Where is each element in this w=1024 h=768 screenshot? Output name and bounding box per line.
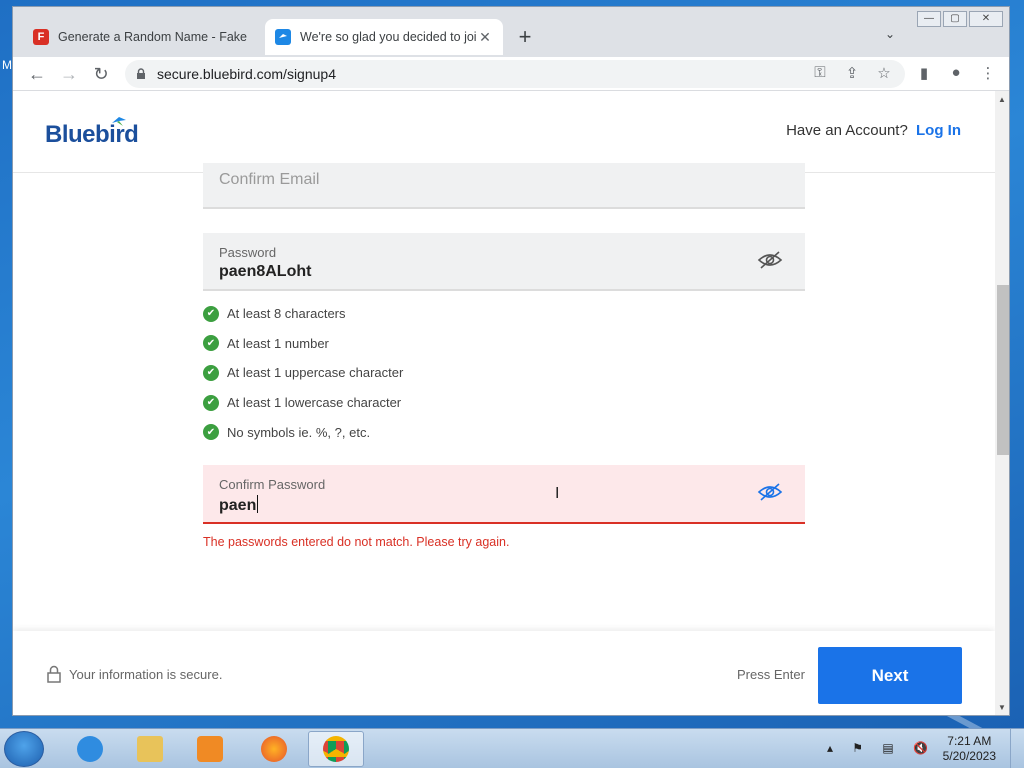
- tab-close-icon[interactable]: ✕: [477, 29, 493, 46]
- press-enter-hint: Press Enter: [737, 667, 805, 682]
- confirm-password-value: paen: [219, 495, 259, 515]
- list-item: ✔ At least 1 number: [203, 329, 403, 359]
- padlock-icon: [47, 665, 61, 683]
- taskbar-chrome[interactable]: [308, 731, 364, 767]
- rule-text: At least 8 characters: [227, 306, 346, 322]
- account-prompt: Have an Account? Log In: [786, 122, 961, 139]
- menu-icon[interactable]: ⋮: [977, 64, 999, 82]
- page-scrollbar[interactable]: ▲ ▼: [995, 91, 1009, 715]
- internet-explorer-icon: [77, 736, 103, 762]
- scrollbar-thumb[interactable]: [997, 285, 1009, 455]
- scroll-up-icon[interactable]: ▲: [998, 95, 1006, 104]
- new-tab-button[interactable]: +: [513, 25, 537, 49]
- bookmark-star-icon[interactable]: ☆: [873, 64, 895, 82]
- url-text: secure.bluebird.com/signup4: [157, 66, 336, 82]
- maximize-button[interactable]: ▢: [943, 11, 967, 27]
- hide-password-eye-icon[interactable]: [757, 481, 783, 503]
- folder-icon: [137, 736, 163, 762]
- back-button[interactable]: ←: [25, 62, 49, 86]
- taskbar-media-player[interactable]: [182, 731, 238, 767]
- windows-taskbar: ▴ ⚑ ▤ 🔇 7:21 AM 5/20/2023: [0, 728, 1024, 768]
- list-item: ✔ At least 1 lowercase character: [203, 388, 403, 418]
- tab-title: Generate a Random Name - Fake: [58, 30, 247, 44]
- check-icon: ✔: [203, 305, 219, 322]
- hide-password-eye-icon[interactable]: [757, 249, 783, 271]
- page-viewport: Bluebird Have an Account? Log In Confirm…: [13, 91, 995, 715]
- rule-text: At least 1 number: [227, 335, 329, 351]
- list-item: ✔ At least 1 uppercase character: [203, 358, 403, 388]
- confirm-email-placeholder: Confirm Email: [219, 171, 320, 188]
- close-window-button[interactable]: ✕: [969, 11, 1003, 27]
- password-value: paen8ALoht: [219, 263, 312, 280]
- list-item: ✔ At least 8 characters: [203, 299, 403, 329]
- check-icon: ✔: [203, 424, 219, 441]
- taskbar-clock[interactable]: 7:21 AM 5/20/2023: [943, 734, 996, 764]
- password-rules-list: ✔ At least 8 characters ✔ At least 1 numbe…: [203, 299, 403, 447]
- media-player-icon: [197, 736, 223, 762]
- password-mismatch-error: The passwords entered do not match. Plea…: [203, 535, 510, 549]
- account-prompt-text: Have an Account?: [786, 122, 908, 139]
- minimize-button[interactable]: —: [917, 11, 941, 27]
- scroll-down-icon[interactable]: ▼: [998, 703, 1006, 712]
- lock-icon: [137, 68, 145, 79]
- address-bar[interactable]: secure.bluebird.com/signup4: [125, 60, 905, 88]
- password-label: Password: [219, 245, 277, 260]
- tab-bar: F Generate a Random Name - Fake We're so…: [13, 7, 1009, 57]
- ibeam-cursor-icon: I: [555, 485, 560, 502]
- bird-logo-icon: [112, 117, 126, 126]
- share-icon[interactable]: ⇪: [841, 64, 863, 82]
- key-icon[interactable]: ⚿: [809, 64, 831, 81]
- check-icon: ✔: [203, 335, 219, 352]
- taskbar-ie[interactable]: [62, 731, 118, 767]
- tab-search-chevron-icon[interactable]: ⌄: [885, 27, 895, 41]
- system-tray-icons[interactable]: ▴ ⚑ ▤ 🔇: [827, 741, 936, 755]
- sidebar-icon[interactable]: ▮: [913, 64, 935, 82]
- desktop-label: M: [2, 58, 12, 72]
- site-header: Bluebird Have an Account? Log In: [13, 91, 995, 173]
- confirm-password-field[interactable]: Confirm Password paen: [203, 465, 805, 524]
- list-item: ✔ No symbols ie. %, ?, etc.: [203, 417, 403, 447]
- show-desktop-button[interactable]: [1010, 729, 1024, 768]
- fakename-favicon-icon: F: [33, 29, 49, 45]
- check-icon: ✔: [203, 364, 219, 381]
- firefox-icon: [261, 736, 287, 762]
- browser-toolbar: ← → ↻ secure.bluebird.com/signup4 ⚿ ⇪ ☆ …: [13, 57, 1009, 91]
- rule-text: No symbols ie. %, ?, etc.: [227, 424, 371, 440]
- clock-time: 7:21 AM: [947, 734, 992, 748]
- taskbar-explorer[interactable]: [122, 731, 178, 767]
- secure-note: Your information is secure.: [69, 667, 223, 682]
- start-button[interactable]: [4, 731, 44, 767]
- confirm-password-text: paen: [219, 497, 257, 514]
- tab-bluebird-signup[interactable]: We're so glad you decided to join ✕: [265, 19, 503, 55]
- bluebird-logo[interactable]: Bluebird: [45, 117, 139, 149]
- taskbar-firefox[interactable]: [246, 731, 302, 767]
- clock-date: 5/20/2023: [942, 749, 996, 763]
- reload-button[interactable]: ↻: [89, 62, 113, 86]
- tab-fake-name-generator[interactable]: F Generate a Random Name - Fake: [23, 19, 261, 55]
- confirm-email-field[interactable]: Confirm Email: [203, 163, 805, 209]
- browser-window: F Generate a Random Name - Fake We're so…: [12, 6, 1010, 716]
- form-footer: Your information is secure. Press Enter …: [13, 631, 995, 715]
- bluebird-favicon-icon: [275, 29, 291, 45]
- check-icon: ✔: [203, 394, 219, 411]
- forward-button[interactable]: →: [57, 62, 81, 86]
- login-link[interactable]: Log In: [916, 122, 961, 139]
- next-button[interactable]: Next: [818, 647, 962, 704]
- rule-text: At least 1 lowercase character: [227, 395, 402, 411]
- profile-icon[interactable]: ●: [945, 64, 967, 81]
- password-field[interactable]: Password paen8ALoht: [203, 233, 805, 291]
- chrome-icon: [323, 736, 349, 762]
- text-caret: [257, 495, 259, 513]
- tab-title: We're so glad you decided to join: [300, 30, 477, 44]
- confirm-password-label: Confirm Password: [219, 477, 326, 492]
- rule-text: At least 1 uppercase character: [227, 365, 404, 381]
